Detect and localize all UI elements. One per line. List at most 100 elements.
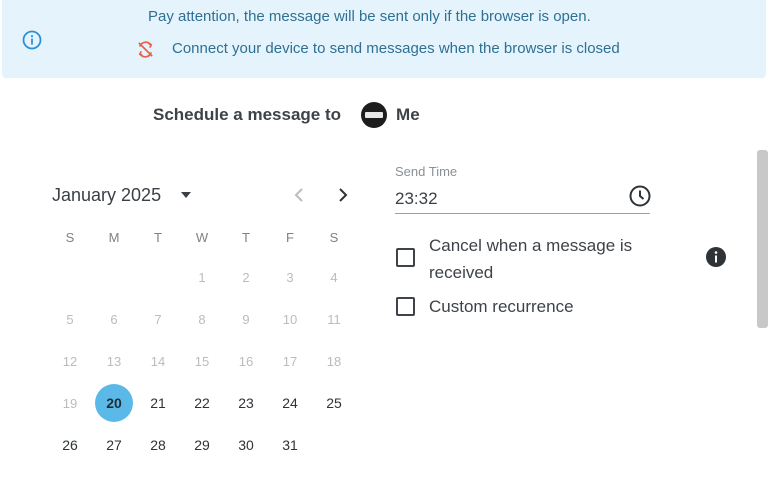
calendar-week-row: 12 13 14 15 16 17 18 xyxy=(48,340,356,382)
calendar-day-number: 1 xyxy=(198,269,206,285)
send-time-input[interactable] xyxy=(395,184,650,214)
send-time-label: Send Time xyxy=(395,164,458,179)
info-circle-icon xyxy=(22,30,42,50)
avatar xyxy=(361,102,388,128)
banner-warning-text: Pay attention, the message will be sent … xyxy=(148,8,591,25)
calendar-day-number[interactable]: 25 xyxy=(326,395,342,411)
calendar-week-row: 19 20 21 22 23 24 25 xyxy=(48,382,356,424)
next-month-button[interactable] xyxy=(332,184,354,206)
weekday-label: T xyxy=(242,230,250,245)
calendar-grid: S M T W T F S 1 2 3 4 5 6 7 8 9 10 11 12 13 14 15 16 17 18 19 20 21… xyxy=(48,226,356,466)
custom-recurrence-label[interactable]: Custom recurrence xyxy=(429,293,574,320)
calendar-day-number: 19 xyxy=(62,395,78,411)
calendar-day-number: 7 xyxy=(154,311,162,327)
month-selector[interactable]: January 2025 xyxy=(52,182,193,208)
calendar-day: 12 xyxy=(48,340,92,382)
calendar-empty-cell xyxy=(136,256,180,298)
calendar-day-number: 3 xyxy=(286,269,294,285)
calendar-day-number: 4 xyxy=(330,269,338,285)
cancel-on-receive-checkbox[interactable] xyxy=(396,248,415,267)
calendar-day-number: 11 xyxy=(327,311,341,327)
calendar-day: 7 xyxy=(136,298,180,340)
calendar-day-number: 10 xyxy=(282,311,298,327)
calendar-day: 15 xyxy=(180,340,224,382)
calendar-day: 6 xyxy=(92,298,136,340)
sync-disabled-icon xyxy=(136,40,155,59)
calendar-day[interactable]: 21 xyxy=(136,382,180,424)
calendar-day-number[interactable]: 20 xyxy=(95,384,133,422)
calendar-day: 19 xyxy=(48,382,92,424)
cancel-on-receive-option[interactable]: Cancel when a message is received xyxy=(396,232,676,286)
calendar-empty-cell xyxy=(92,256,136,298)
calendar-day-number: 5 xyxy=(66,311,74,327)
calendar-day-selected[interactable]: 20 xyxy=(92,382,136,424)
weekday-label: S xyxy=(65,230,75,245)
calendar-day[interactable]: 26 xyxy=(48,424,92,466)
calendar-day-number[interactable]: 26 xyxy=(62,437,78,453)
calendar-day-number: 18 xyxy=(326,353,342,369)
calendar-week-row: 26 27 28 29 30 31 xyxy=(48,424,356,466)
calendar-day-number: 15 xyxy=(194,353,210,369)
calendar-day[interactable]: 27 xyxy=(92,424,136,466)
weekday-label: W xyxy=(195,230,209,245)
calendar-day[interactable]: 31 xyxy=(268,424,312,466)
calendar-day-number: 8 xyxy=(198,311,206,327)
schedule-header: Schedule a message to Me xyxy=(153,100,420,130)
calendar-day[interactable]: 24 xyxy=(268,382,312,424)
calendar-day-number[interactable]: 27 xyxy=(106,437,122,453)
previous-month-button[interactable] xyxy=(288,184,310,206)
calendar-day-number[interactable]: 30 xyxy=(238,437,254,453)
calendar-day[interactable]: 25 xyxy=(312,382,356,424)
calendar-day: 16 xyxy=(224,340,268,382)
calendar-day: 13 xyxy=(92,340,136,382)
calendar-day-number: 13 xyxy=(106,353,122,369)
banner-connect-text: Connect your device to send messages whe… xyxy=(172,40,620,57)
calendar-day-number: 12 xyxy=(62,353,78,369)
calendar-day-number[interactable]: 21 xyxy=(150,395,166,411)
calendar-day: 17 xyxy=(268,340,312,382)
calendar-day-number: 2 xyxy=(242,269,250,285)
calendar-day[interactable]: 29 xyxy=(180,424,224,466)
info-filled-icon[interactable] xyxy=(705,246,727,268)
calendar-day-number: 14 xyxy=(150,353,166,369)
calendar-day-number[interactable]: 28 xyxy=(150,437,166,453)
calendar-week-row: 1 2 3 4 xyxy=(48,256,356,298)
caret-down-icon[interactable] xyxy=(179,188,193,202)
scrollbar[interactable] xyxy=(757,150,768,328)
calendar-day[interactable]: 30 xyxy=(224,424,268,466)
calendar-day[interactable]: 28 xyxy=(136,424,180,466)
clock-icon[interactable] xyxy=(628,184,652,208)
calendar-day[interactable]: 22 xyxy=(180,382,224,424)
calendar-day-number[interactable]: 22 xyxy=(194,395,210,411)
weekday-label: F xyxy=(286,230,294,245)
calendar-day-number[interactable]: 23 xyxy=(238,395,254,411)
calendar-day: 4 xyxy=(312,256,356,298)
weekday-header-row: SMTWTFS xyxy=(48,226,356,256)
custom-recurrence-checkbox[interactable] xyxy=(396,297,415,316)
calendar-day: 1 xyxy=(180,256,224,298)
calendar-day: 11 xyxy=(312,298,356,340)
month-label[interactable]: January 2025 xyxy=(52,185,161,206)
calendar-day: 10 xyxy=(268,298,312,340)
schedule-label: Schedule a message to xyxy=(153,105,342,124)
calendar-day: 14 xyxy=(136,340,180,382)
calendar-day-number: 17 xyxy=(282,353,298,369)
calendar-week-row: 5 6 7 8 9 10 11 xyxy=(48,298,356,340)
recipient-name: Me xyxy=(396,105,420,124)
calendar-day: 18 xyxy=(312,340,356,382)
calendar-day-number[interactable]: 24 xyxy=(282,395,298,411)
calendar-day: 2 xyxy=(224,256,268,298)
notice-banner: Pay attention, the message will be sent … xyxy=(2,0,766,78)
calendar-day: 3 xyxy=(268,256,312,298)
calendar-day-number[interactable]: 29 xyxy=(194,437,210,453)
calendar-day[interactable]: 23 xyxy=(224,382,268,424)
calendar-day: 8 xyxy=(180,298,224,340)
calendar-empty-cell xyxy=(312,424,356,466)
weekday-label: T xyxy=(154,230,162,245)
weekday-label: M xyxy=(108,230,120,245)
calendar-day-number: 6 xyxy=(110,311,118,327)
calendar-empty-cell xyxy=(48,256,92,298)
calendar-day-number[interactable]: 31 xyxy=(282,437,298,453)
cancel-on-receive-label[interactable]: Cancel when a message is received xyxy=(429,232,676,286)
custom-recurrence-option[interactable]: Custom recurrence xyxy=(396,293,574,320)
